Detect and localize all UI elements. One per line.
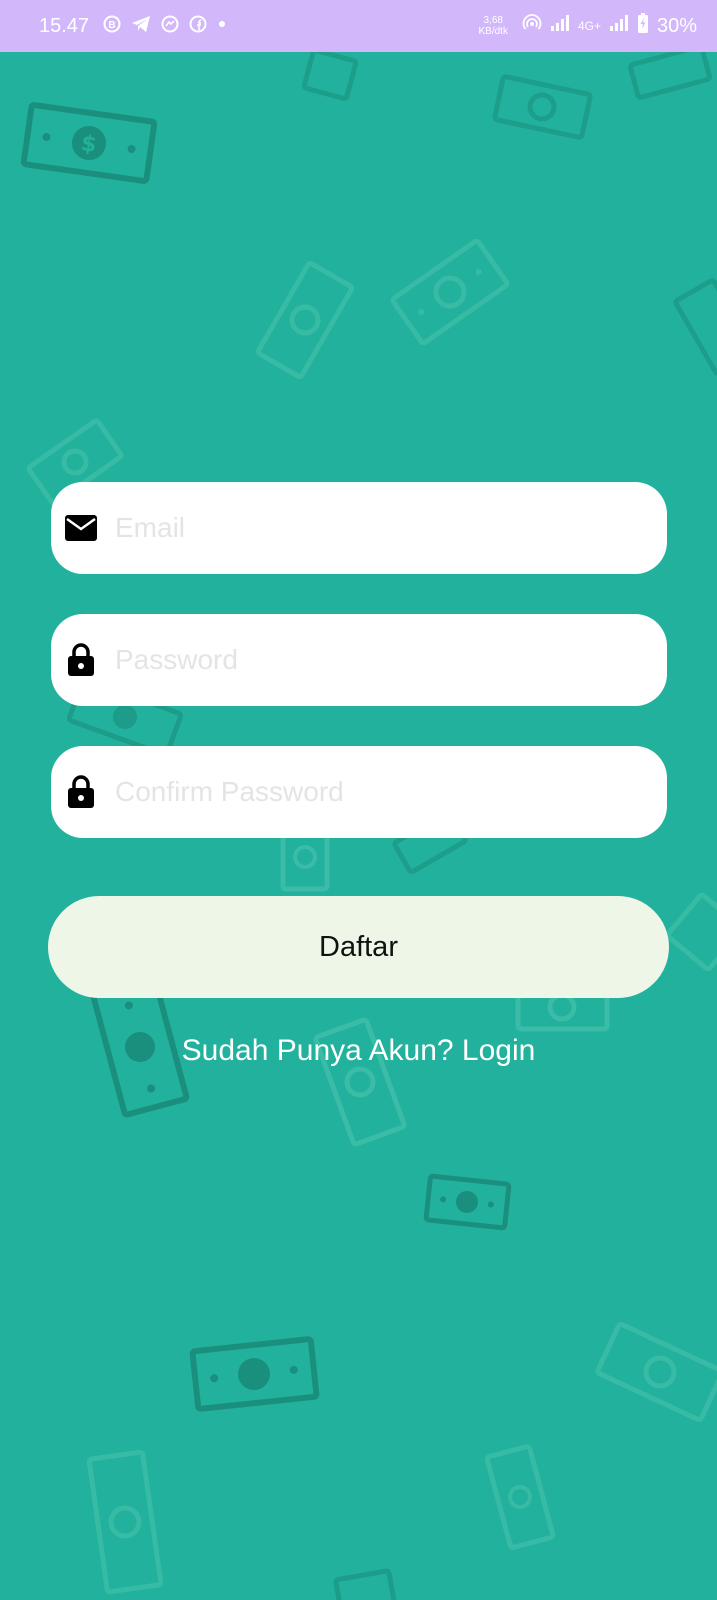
notification-icons: B bbox=[103, 15, 227, 38]
money-bill-decoration bbox=[483, 1442, 557, 1552]
status-bar: 15.47 B 3,68 KB/dtk 4G+ 30% bbox=[0, 0, 717, 52]
svg-text:B: B bbox=[108, 20, 115, 31]
status-right: 3,68 KB/dtk 4G+ 30% bbox=[478, 13, 697, 39]
net-speed: 3,68 KB/dtk bbox=[478, 15, 508, 37]
login-link[interactable]: Sudah Punya Akun? Login bbox=[0, 1034, 717, 1068]
money-bill-decoration bbox=[388, 236, 513, 348]
facebook-icon bbox=[189, 15, 207, 38]
network-type: 4G+ bbox=[577, 19, 601, 33]
messenger-icon bbox=[161, 15, 179, 38]
money-bill-decoration bbox=[332, 1567, 398, 1600]
b-icon: B bbox=[103, 15, 121, 38]
password-field[interactable] bbox=[51, 614, 667, 706]
confirm-password-field[interactable] bbox=[51, 746, 667, 838]
money-bill-decoration bbox=[593, 1319, 717, 1424]
dot-icon bbox=[217, 15, 227, 38]
hotspot-icon bbox=[522, 13, 542, 39]
register-button[interactable]: Daftar bbox=[48, 896, 669, 998]
status-time: 15.47 bbox=[39, 14, 90, 37]
money-bill-decoration bbox=[189, 1336, 320, 1413]
money-bill-decoration bbox=[491, 73, 594, 142]
battery-charging-icon bbox=[637, 13, 649, 39]
lock-icon bbox=[64, 643, 98, 677]
email-field[interactable] bbox=[51, 482, 667, 574]
money-bill-decoration bbox=[423, 1173, 513, 1232]
telegram-icon bbox=[131, 15, 151, 38]
money-bill-decoration bbox=[663, 890, 717, 975]
money-bill-decoration bbox=[671, 276, 717, 379]
email-input[interactable] bbox=[113, 511, 617, 545]
money-bill-decoration: $ bbox=[20, 101, 158, 184]
lock-icon bbox=[64, 775, 98, 809]
money-bill-decoration bbox=[626, 52, 714, 102]
signal-icon-2 bbox=[609, 14, 629, 38]
confirm-password-input[interactable] bbox=[113, 775, 617, 809]
money-bill-decoration bbox=[253, 258, 356, 381]
money-bill-decoration bbox=[300, 52, 360, 103]
password-input[interactable] bbox=[113, 643, 617, 677]
signal-icon bbox=[550, 14, 570, 38]
battery-percent: 30% bbox=[656, 14, 697, 37]
money-bill-decoration bbox=[86, 1449, 165, 1596]
register-screen: $ Email Daftar Sudah Punya Akun? Login bbox=[0, 52, 717, 1600]
mail-icon bbox=[64, 511, 98, 545]
